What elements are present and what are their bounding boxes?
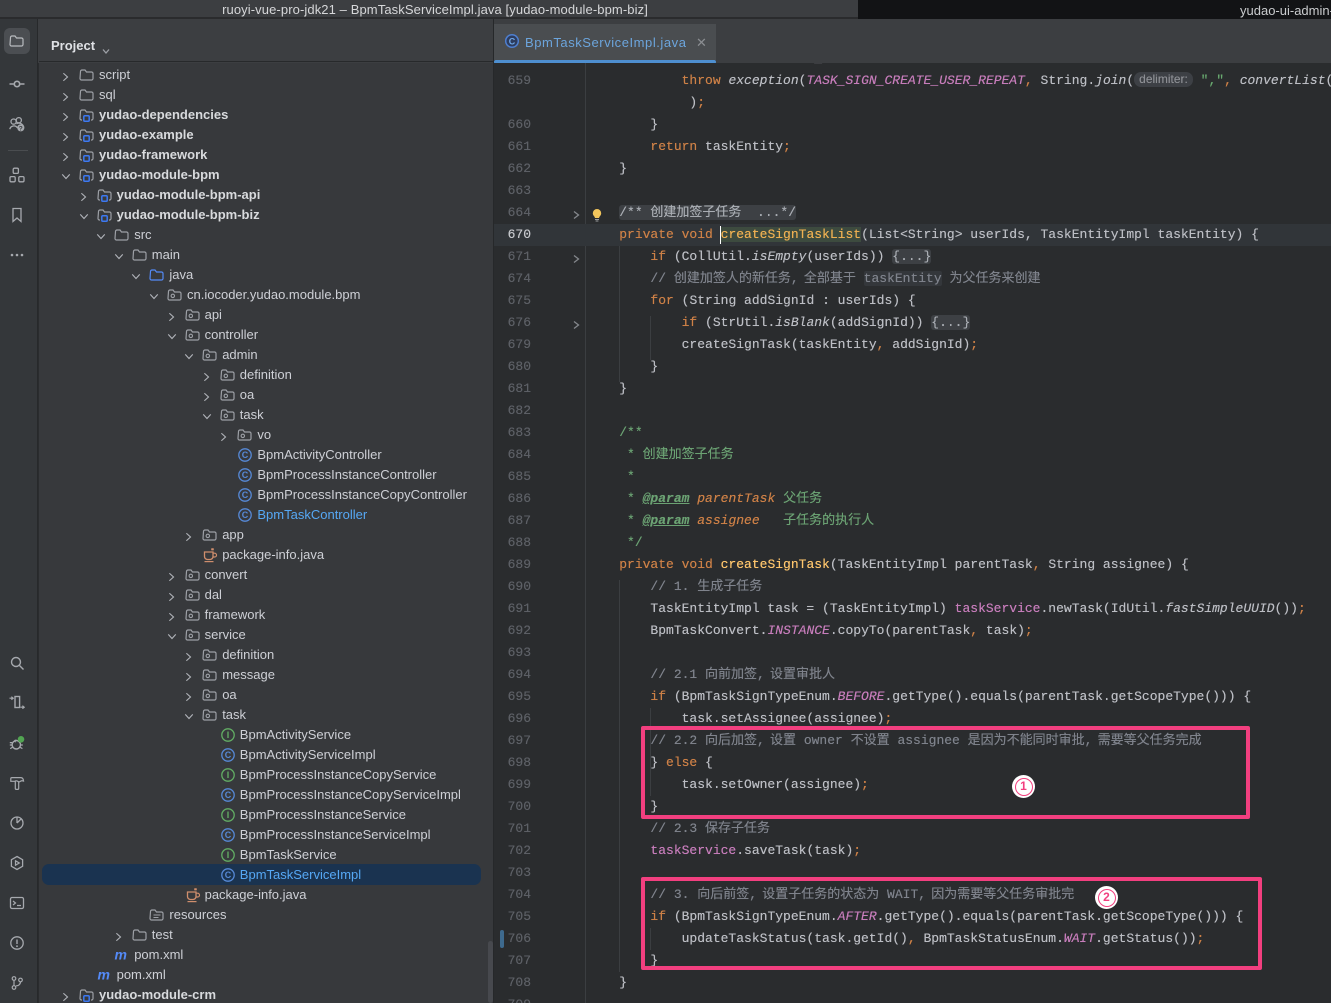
svg-text:C: C (225, 750, 232, 760)
svg-text:I: I (227, 810, 230, 820)
svg-text:C: C (225, 870, 232, 880)
svg-text:m: m (115, 947, 127, 963)
svg-text:I: I (227, 770, 230, 780)
svg-text:C: C (225, 790, 232, 800)
svg-text:C: C (242, 490, 249, 500)
svg-text:C: C (242, 510, 249, 520)
svg-text:C: C (242, 470, 249, 480)
svg-text:?: ? (19, 125, 23, 132)
svg-text:C: C (242, 450, 249, 460)
svg-text:I: I (227, 730, 230, 740)
svg-text:C: C (509, 36, 516, 46)
svg-text:C: C (225, 830, 232, 840)
svg-text:I: I (227, 850, 230, 860)
svg-text:m: m (97, 967, 109, 983)
